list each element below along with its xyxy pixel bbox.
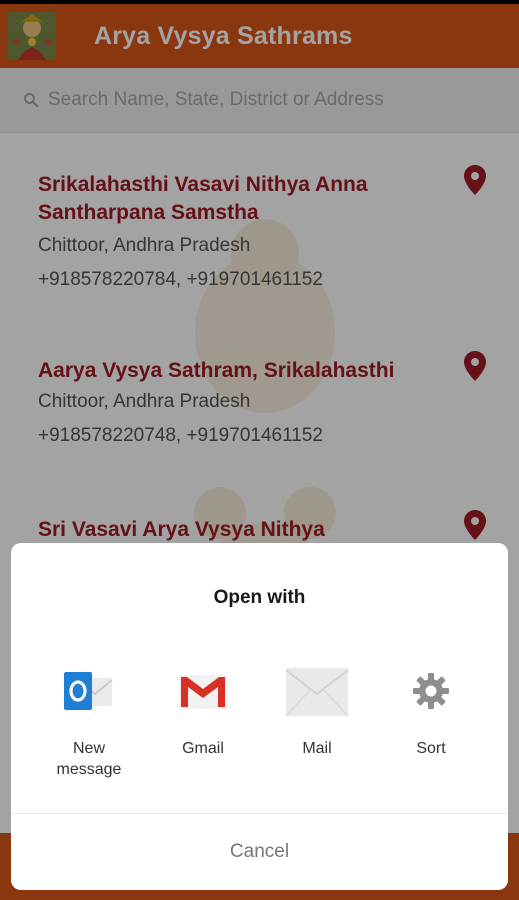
mail-icon <box>286 660 348 722</box>
option-sort[interactable]: Sort <box>374 660 488 759</box>
cancel-button[interactable]: Cancel <box>11 814 508 890</box>
option-gmail[interactable]: Gmail <box>146 660 260 759</box>
option-label: Sort <box>416 740 446 757</box>
option-label: Mail <box>302 740 332 757</box>
gear-icon <box>400 660 462 722</box>
outlook-icon <box>58 660 120 722</box>
open-with-dialog: Open with New message Gmail Mail Sort Ca… <box>11 543 508 890</box>
dialog-title: Open with <box>213 587 306 608</box>
option-mail[interactable]: Mail <box>260 660 374 759</box>
option-label: New message <box>56 740 122 778</box>
gmail-icon <box>172 660 234 722</box>
option-new-message[interactable]: New message <box>32 660 146 780</box>
option-label: Gmail <box>182 740 224 757</box>
